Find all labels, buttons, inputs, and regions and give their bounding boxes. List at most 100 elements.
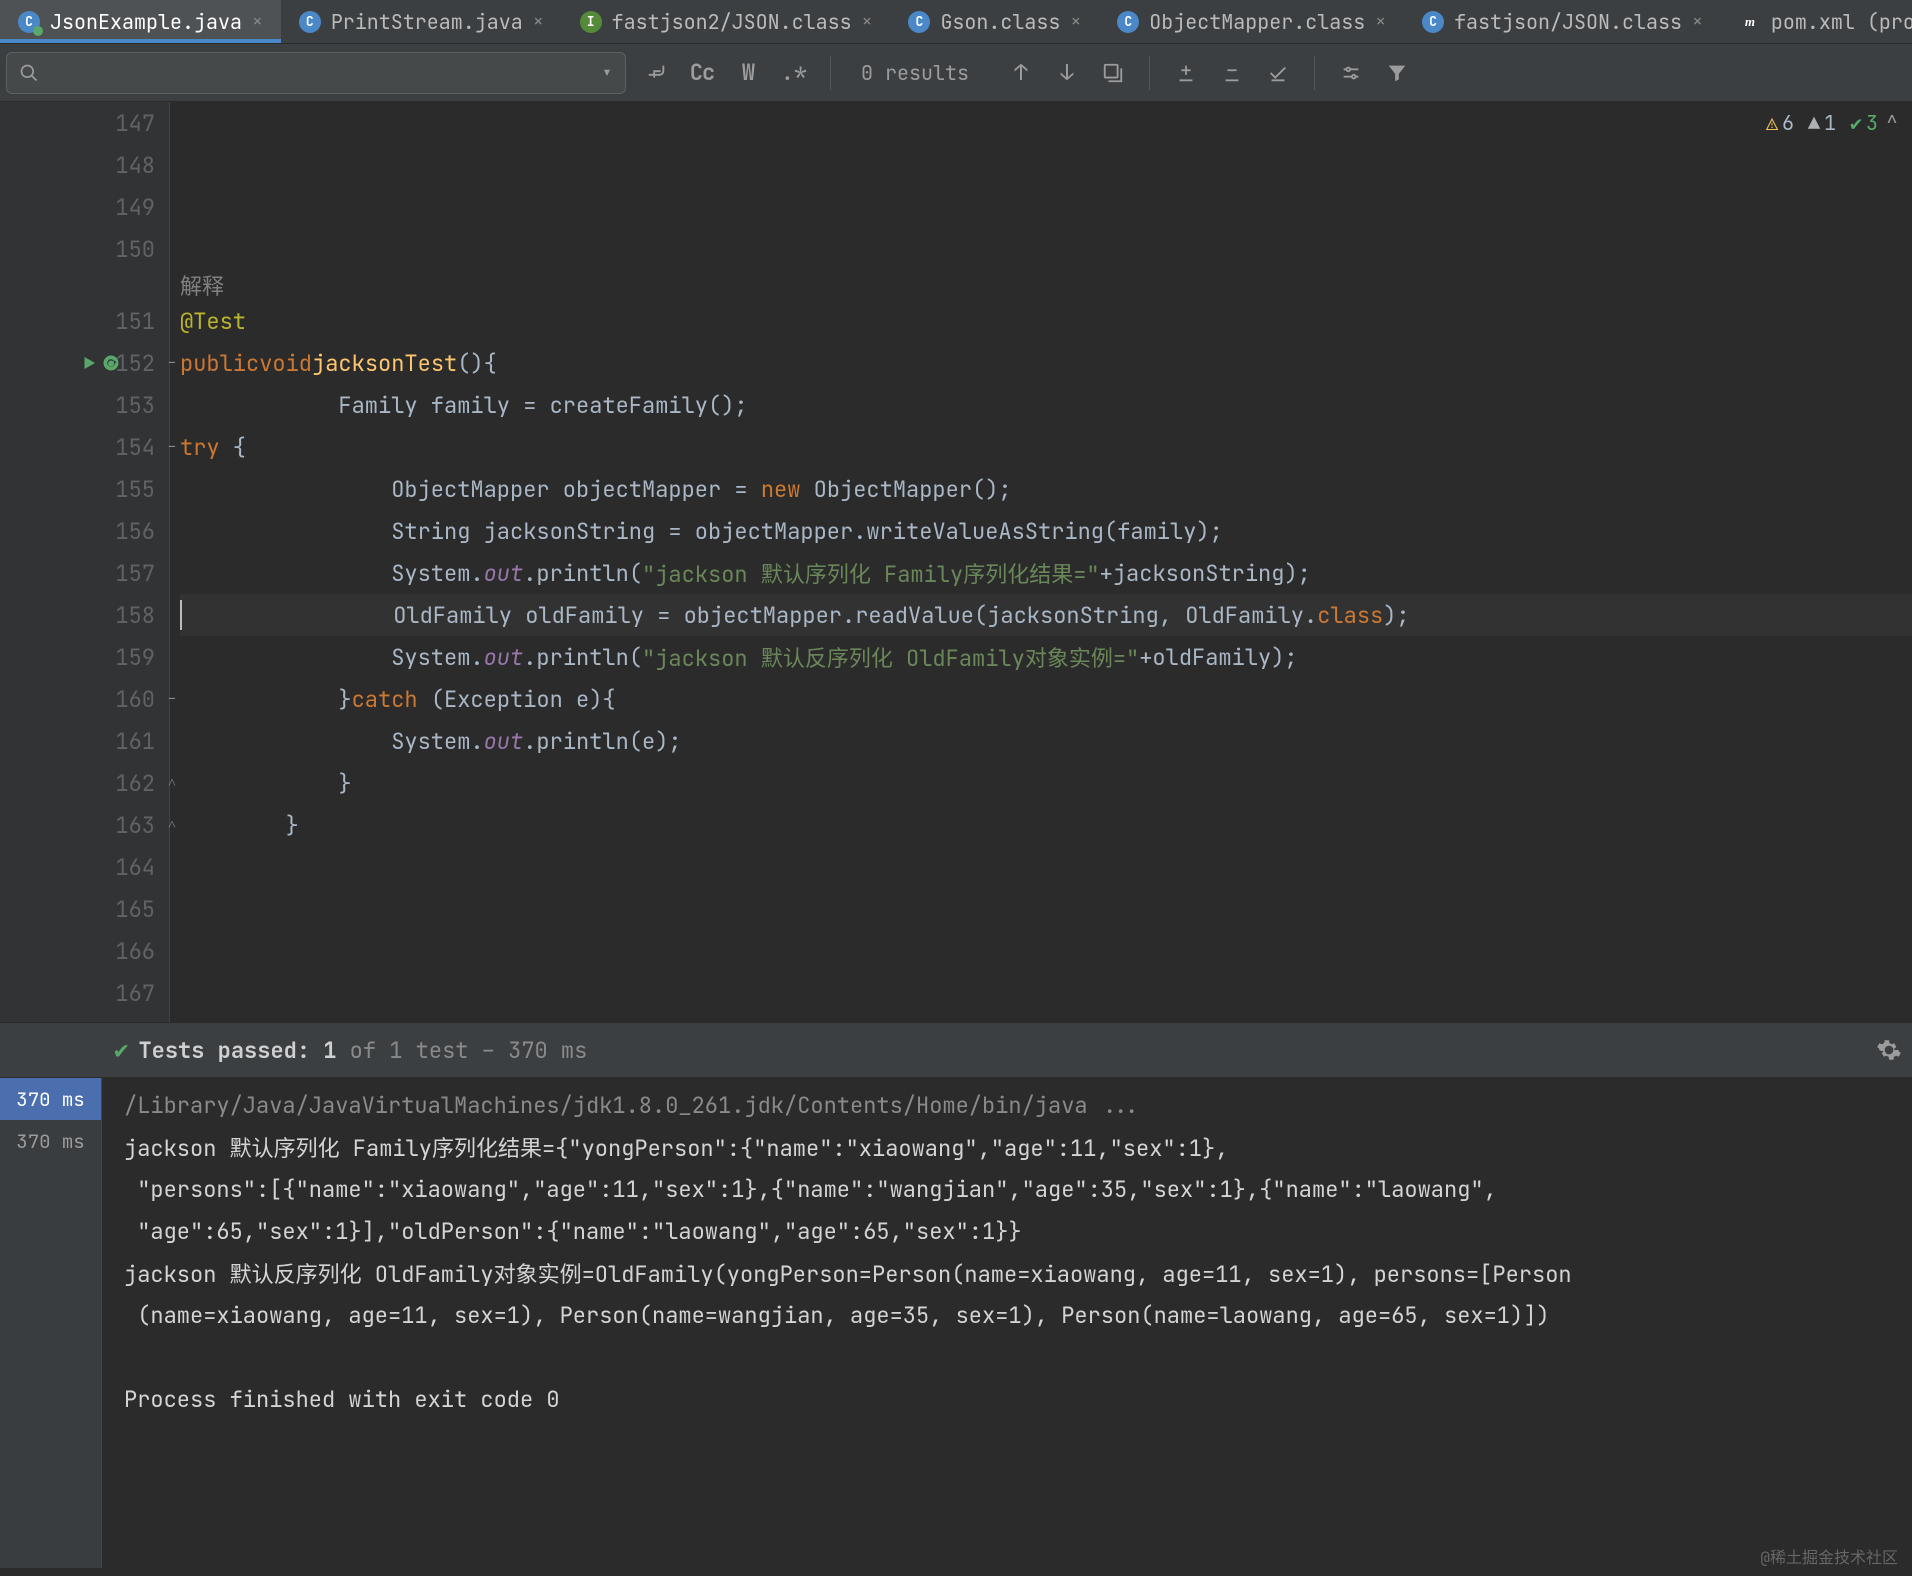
- tests-total-label: of 1 test – 370 ms: [336, 1036, 587, 1065]
- gutter-line[interactable]: 155: [0, 468, 169, 510]
- new-line-toggle[interactable]: [634, 52, 678, 94]
- code-line[interactable]: [180, 144, 1912, 186]
- console-output[interactable]: /Library/Java/JavaVirtualMachines/jdk1.8…: [102, 1078, 1912, 1568]
- find-toolbar: ▾ Cc W .* 0 results ↑ ↓: [0, 44, 1912, 102]
- code-line[interactable]: [180, 972, 1912, 1014]
- code-line[interactable]: String jacksonString = objectMapper.writ…: [180, 510, 1912, 552]
- file-icon: C: [1117, 11, 1139, 33]
- code-line[interactable]: [180, 186, 1912, 228]
- gutter-line[interactable]: 158: [0, 594, 169, 636]
- gutter-line[interactable]: 148: [0, 144, 169, 186]
- editor-tab[interactable]: C JsonExample.java ×: [0, 0, 281, 43]
- console-line: /Library/Java/JavaVirtualMachines/jdk1.8…: [124, 1084, 1912, 1126]
- close-icon[interactable]: ×: [1692, 10, 1703, 33]
- gutter-line[interactable]: 159: [0, 636, 169, 678]
- code-line[interactable]: 解释: [180, 270, 1912, 300]
- gutter-line[interactable]: 147: [0, 102, 169, 144]
- history-dropdown-icon[interactable]: ▾: [601, 60, 613, 86]
- code-editor[interactable]: 147148149150 151152–153154–15515615715815…: [0, 102, 1912, 1022]
- code-line[interactable]: public void jacksonTest(){: [180, 342, 1912, 384]
- close-icon[interactable]: ×: [1375, 10, 1386, 33]
- console-line: Process finished with exit code 0: [124, 1378, 1912, 1420]
- remove-selection-button[interactable]: [1210, 52, 1254, 94]
- regex-toggle[interactable]: .*: [772, 52, 816, 94]
- test-duration[interactable]: 370 ms: [0, 1120, 101, 1162]
- code-line[interactable]: [180, 102, 1912, 144]
- run-console: 370 ms370 ms /Library/Java/JavaVirtualMa…: [0, 1078, 1912, 1568]
- code-line[interactable]: ObjectMapper objectMapper = new ObjectMa…: [180, 468, 1912, 510]
- inspections-widget[interactable]: ⚠6 ▲1 ✔3^: [1766, 110, 1898, 136]
- find-input-wrap: ▾: [6, 52, 626, 94]
- find-input[interactable]: [49, 59, 591, 87]
- weak-warnings-count: 1: [1824, 110, 1836, 136]
- gutter-line[interactable]: 160–: [0, 678, 169, 720]
- close-icon[interactable]: ×: [252, 10, 263, 33]
- gutter-line[interactable]: 154–: [0, 426, 169, 468]
- console-line: jackson 默认反序列化 OldFamily对象实例=OldFamily(y…: [124, 1252, 1912, 1294]
- code-line[interactable]: [180, 228, 1912, 270]
- gutter-line[interactable]: 161: [0, 720, 169, 762]
- code-line[interactable]: Family family = createFamily();: [180, 384, 1912, 426]
- code-line[interactable]: }catch (Exception e){: [180, 678, 1912, 720]
- tab-label: fastjson/JSON.class: [1454, 9, 1682, 35]
- file-icon: C: [18, 11, 40, 33]
- gutter-line[interactable]: 163˄: [0, 804, 169, 846]
- close-icon[interactable]: ×: [862, 10, 873, 33]
- match-case-toggle[interactable]: Cc: [680, 52, 724, 94]
- words-toggle[interactable]: W: [726, 52, 770, 94]
- tests-passed-label: Tests passed: 1: [138, 1036, 336, 1065]
- code-line[interactable]: @Test: [180, 300, 1912, 342]
- code-line[interactable]: System.out.println("jackson 默认序列化 Family…: [180, 552, 1912, 594]
- tab-label: JsonExample.java: [50, 9, 242, 35]
- gutter-line[interactable]: 166: [0, 930, 169, 972]
- editor-tab[interactable]: mpom.xml (prom: [1721, 0, 1912, 43]
- code-area[interactable]: 解释 @Test public void jacksonTest(){ Fami…: [170, 102, 1912, 1022]
- gear-icon[interactable]: [1876, 1037, 1902, 1063]
- run-gutter-icon[interactable]: [80, 354, 120, 372]
- gutter-line[interactable]: 152–: [0, 342, 169, 384]
- gutter-line[interactable]: 150: [0, 228, 169, 270]
- gutter-line[interactable]: 153: [0, 384, 169, 426]
- close-icon[interactable]: ×: [533, 10, 544, 33]
- code-line[interactable]: }: [180, 762, 1912, 804]
- code-line[interactable]: System.out.println(e);: [180, 720, 1912, 762]
- code-line[interactable]: System.out.println("jackson 默认反序列化 OldFa…: [180, 636, 1912, 678]
- file-icon: m: [1739, 11, 1761, 33]
- test-duration[interactable]: 370 ms: [0, 1078, 101, 1120]
- typos-count: 3: [1866, 110, 1878, 136]
- watermark: @稀土掘金技术社区: [1760, 1544, 1898, 1568]
- code-line[interactable]: try {: [180, 426, 1912, 468]
- close-icon[interactable]: ×: [1070, 10, 1081, 33]
- filter-button[interactable]: [1375, 52, 1419, 94]
- file-icon: C: [908, 11, 930, 33]
- code-line[interactable]: }: [180, 804, 1912, 846]
- prev-match-button[interactable]: ↑: [999, 52, 1043, 94]
- gutter-line[interactable]: 167: [0, 972, 169, 1014]
- code-line[interactable]: OldFamily oldFamily = objectMapper.readV…: [180, 594, 1912, 636]
- select-all-occurrences-button[interactable]: [1256, 52, 1300, 94]
- find-settings-button[interactable]: [1329, 52, 1373, 94]
- select-all-button[interactable]: [1091, 52, 1135, 94]
- editor-tab[interactable]: CObjectMapper.class×: [1099, 0, 1404, 43]
- gutter-line[interactable]: 149: [0, 186, 169, 228]
- gutter-line[interactable]: 157: [0, 552, 169, 594]
- gutter-line[interactable]: 162˄: [0, 762, 169, 804]
- gutter-line[interactable]: 151: [0, 300, 169, 342]
- next-match-button[interactable]: ↓: [1045, 52, 1089, 94]
- gutter-line[interactable]: 165: [0, 888, 169, 930]
- editor-tab[interactable]: Cfastjson/JSON.class×: [1404, 0, 1721, 43]
- code-line[interactable]: [180, 846, 1912, 888]
- editor-tab[interactable]: Ifastjson2/JSON.class×: [562, 0, 891, 43]
- editor-tab[interactable]: CGson.class×: [890, 0, 1099, 43]
- file-icon: C: [299, 11, 321, 33]
- tab-label: fastjson2/JSON.class: [612, 9, 852, 35]
- console-line: [124, 1336, 1912, 1378]
- code-line[interactable]: [180, 888, 1912, 930]
- code-line[interactable]: [180, 930, 1912, 972]
- editor-tab[interactable]: CPrintStream.java×: [281, 0, 562, 43]
- add-selection-button[interactable]: [1164, 52, 1208, 94]
- editor-gutter: 147148149150 151152–153154–15515615715815…: [0, 102, 170, 1022]
- console-line: (name=xiaowang, age=11, sex=1), Person(n…: [124, 1294, 1912, 1336]
- gutter-line[interactable]: 164: [0, 846, 169, 888]
- gutter-line[interactable]: 156: [0, 510, 169, 552]
